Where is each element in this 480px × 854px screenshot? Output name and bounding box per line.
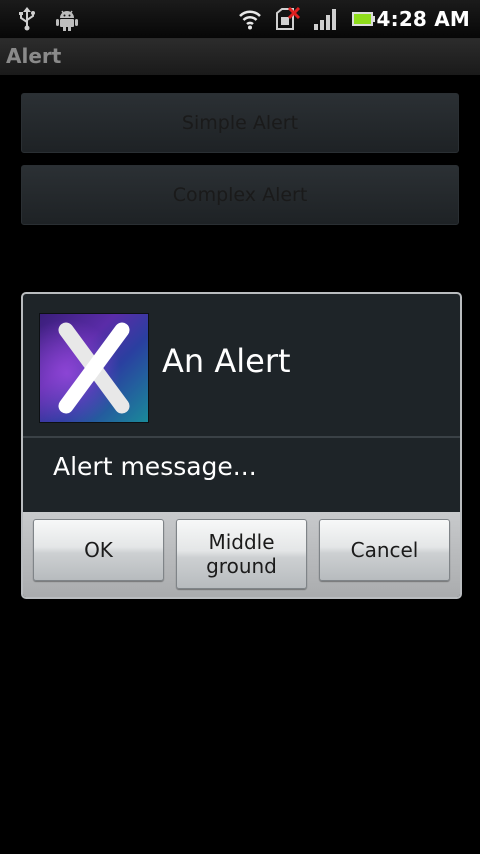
- middle-ground-label-line2: ground: [206, 554, 277, 578]
- simple-alert-button[interactable]: Simple Alert: [21, 93, 459, 153]
- battery-icon: [351, 7, 377, 35]
- ok-button[interactable]: OK: [33, 519, 164, 581]
- middle-ground-label-line1: Middle: [208, 530, 275, 554]
- middle-ground-button[interactable]: Middle ground: [176, 519, 307, 589]
- cancel-button[interactable]: Cancel: [319, 519, 450, 581]
- dialog-message: Alert message...: [53, 452, 257, 481]
- dialog-button-panel: OK Middle ground Cancel: [23, 512, 460, 597]
- app-x-icon: [39, 313, 149, 423]
- status-time: 4:28 AM: [376, 7, 470, 31]
- app-title: Alert: [6, 44, 62, 68]
- status-bar: 4:28 AM: [0, 0, 480, 39]
- signal-icon: [313, 7, 339, 35]
- complex-alert-button[interactable]: Complex Alert: [21, 165, 459, 225]
- usb-icon: [16, 7, 38, 35]
- dialog-header: An Alert: [23, 294, 460, 438]
- wifi-icon: [238, 7, 262, 35]
- dialog-body: Alert message...: [23, 438, 460, 512]
- alert-dialog: An Alert Alert message... OK Middle grou…: [21, 292, 462, 599]
- dialog-title: An Alert: [162, 342, 291, 380]
- no-sim-icon: [275, 6, 301, 35]
- title-bar: Alert: [0, 39, 480, 75]
- android-debug-icon: [55, 7, 79, 35]
